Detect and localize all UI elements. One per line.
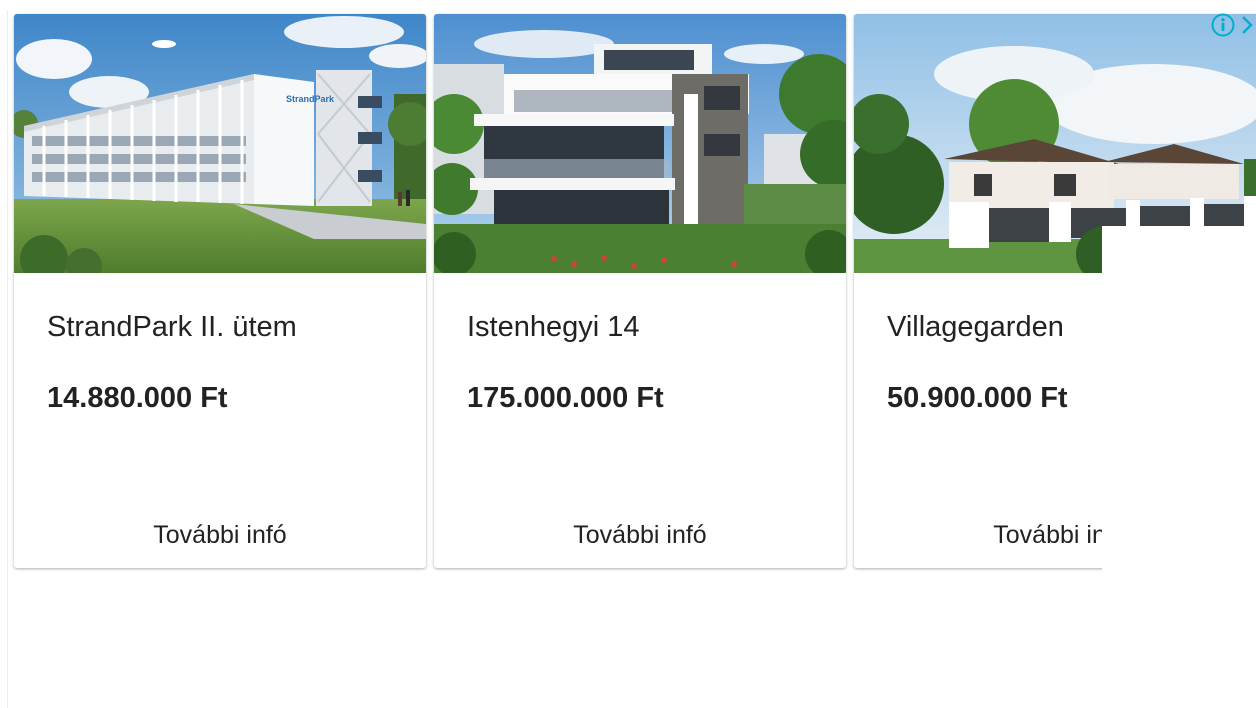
property-title: Villagegarden <box>887 311 1064 343</box>
property-price: 14.880.000 Ft <box>47 382 228 414</box>
property-carousel: StrandPark StrandPark II. ütem 14.880.00… <box>0 0 1256 708</box>
property-photo-istenhegyi[interactable] <box>434 14 846 273</box>
property-card-strandpark[interactable]: StrandPark StrandPark II. ütem 14.880.00… <box>14 14 426 568</box>
ad-overlay-panel <box>1102 226 1256 708</box>
more-info-button[interactable]: További infó <box>14 521 426 550</box>
property-photo-strandpark[interactable]: StrandPark <box>14 14 426 273</box>
property-card-istenhegyi[interactable]: Istenhegyi 14 175.000.000 Ft További inf… <box>434 14 846 568</box>
property-price: 175.000.000 Ft <box>467 382 664 414</box>
strandpark-sign: StrandPark <box>286 94 335 104</box>
info-icon[interactable] <box>1210 12 1236 38</box>
property-title: StrandPark II. ütem <box>47 311 297 343</box>
property-title: Istenhegyi 14 <box>467 311 640 343</box>
chevron-right-icon[interactable] <box>1240 12 1254 38</box>
ad-choices-controls <box>1210 12 1256 38</box>
property-price: 50.900.000 Ft <box>887 382 1068 414</box>
more-info-button[interactable]: További infó <box>434 521 846 550</box>
